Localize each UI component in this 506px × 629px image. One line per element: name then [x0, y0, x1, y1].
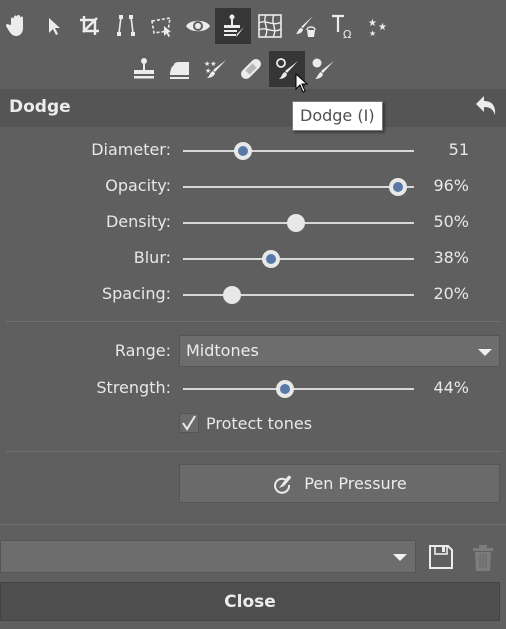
strength-slider-row: Strength: 44%: [0, 374, 506, 404]
lasso-select-icon: [151, 17, 171, 37]
opacity-slider-handle[interactable]: [388, 178, 407, 196]
crop-tool-button[interactable]: [72, 8, 108, 44]
stars-icon: ★ ★★: [368, 18, 387, 38]
bandage-icon: [241, 59, 261, 79]
panel-title: Dodge: [9, 97, 71, 117]
eye-icon: [186, 20, 210, 32]
strength-value: 44%: [433, 378, 469, 397]
svg-text:★: ★: [378, 22, 387, 33]
pen-pressure-label: Pen Pressure: [304, 474, 407, 493]
paint-tool-button[interactable]: [288, 8, 324, 44]
range-dropdown[interactable]: Midtones: [179, 335, 500, 367]
opacity-slider[interactable]: [183, 178, 414, 196]
opacity-slider-row: Opacity: 96%: [0, 172, 506, 202]
diameter-slider-row: Diameter: 51: [0, 136, 506, 166]
blur-slider-row: Blur: 38%: [0, 244, 506, 274]
red-eye-tool-button[interactable]: [180, 8, 216, 44]
magic-brush-tool-button[interactable]: ★★ ★: [197, 51, 233, 87]
checkmark-icon: [182, 415, 196, 431]
density-value: 50%: [433, 212, 469, 231]
spacing-value: 20%: [433, 284, 469, 303]
pen-pressure-icon: [274, 475, 292, 494]
text-tool-button[interactable]: Ω: [324, 8, 360, 44]
range-label: Range:: [114, 341, 171, 360]
density-slider-row: Density: 50%: [0, 208, 506, 238]
opacity-value: 96%: [433, 176, 469, 195]
arrow-pointer-icon: [49, 18, 60, 35]
divider: [6, 321, 500, 322]
diameter-label: Diameter:: [91, 140, 171, 159]
density-label: Density:: [105, 212, 171, 231]
range-selected-value: Midtones: [186, 341, 259, 360]
density-slider-handle[interactable]: [287, 214, 306, 232]
stamp-brush-icon: [224, 14, 244, 37]
text-symbol-icon: Ω: [332, 14, 351, 39]
svg-text:Ω: Ω: [343, 28, 351, 39]
smudge-iron-tool-button[interactable]: [162, 51, 198, 87]
diameter-slider-handle[interactable]: [234, 142, 253, 160]
clone-stamp-tool-button[interactable]: [126, 51, 162, 87]
retouch-tools-button[interactable]: [215, 8, 251, 44]
undo-icon[interactable]: [472, 93, 500, 121]
iron-icon: [170, 62, 189, 79]
blur-value: 38%: [433, 248, 469, 267]
save-icon[interactable]: [428, 544, 454, 570]
chevron-down-icon: [393, 554, 407, 561]
chevron-down-icon: [478, 349, 492, 356]
sparkle-brush-icon: ★★★: [204, 60, 226, 78]
blur-slider-handle[interactable]: [261, 250, 280, 268]
preset-dropdown[interactable]: [0, 540, 416, 573]
spacing-slider[interactable]: [183, 286, 414, 304]
blur-label: Blur:: [133, 248, 171, 267]
effects-tool-button[interactable]: ★ ★ ★: [360, 8, 396, 44]
divider: [6, 451, 500, 452]
spacing-slider-row: Spacing: 20%: [0, 280, 506, 310]
density-slider[interactable]: [183, 214, 414, 232]
trash-icon[interactable]: [471, 544, 495, 572]
svg-text:★: ★: [368, 18, 377, 29]
diameter-value: 51: [448, 140, 469, 159]
burn-tool-button[interactable]: [305, 51, 341, 87]
pen-pressure-button[interactable]: Pen Pressure: [179, 464, 500, 503]
protect-tones-label[interactable]: Protect tones: [206, 414, 312, 433]
mesh-warp-icon: [258, 14, 282, 38]
strength-label: Strength:: [96, 378, 171, 397]
svg-text:★: ★: [369, 29, 376, 38]
strength-slider[interactable]: [183, 380, 414, 398]
crop-icon: [80, 16, 99, 35]
hand-tool-button[interactable]: [0, 8, 36, 44]
stamp-icon: [134, 58, 154, 79]
tooltip: Dodge (I): [292, 101, 383, 131]
mouse-cursor-icon: [295, 73, 309, 93]
burn-brush-icon: [312, 58, 334, 79]
close-button[interactable]: Close: [0, 582, 500, 621]
strength-slider-handle[interactable]: [275, 380, 294, 398]
diameter-slider[interactable]: [183, 142, 414, 160]
healing-tool-button[interactable]: [233, 51, 269, 87]
straighten-tool-button[interactable]: [108, 8, 144, 44]
perspective-lines-icon: [117, 15, 135, 36]
brush-bucket-icon: [296, 16, 316, 37]
panel-header: Dodge: [0, 89, 506, 127]
protect-tones-checkbox[interactable]: [179, 413, 199, 433]
spacing-slider-handle[interactable]: [222, 286, 241, 304]
hand-icon: [5, 15, 23, 36]
warp-tool-button[interactable]: [252, 8, 288, 44]
spacing-label: Spacing:: [101, 284, 171, 303]
select-tool-button[interactable]: [36, 8, 72, 44]
selection-tool-button[interactable]: [144, 8, 180, 44]
blur-slider[interactable]: [183, 250, 414, 268]
divider: [0, 524, 506, 525]
opacity-label: Opacity:: [105, 176, 171, 195]
